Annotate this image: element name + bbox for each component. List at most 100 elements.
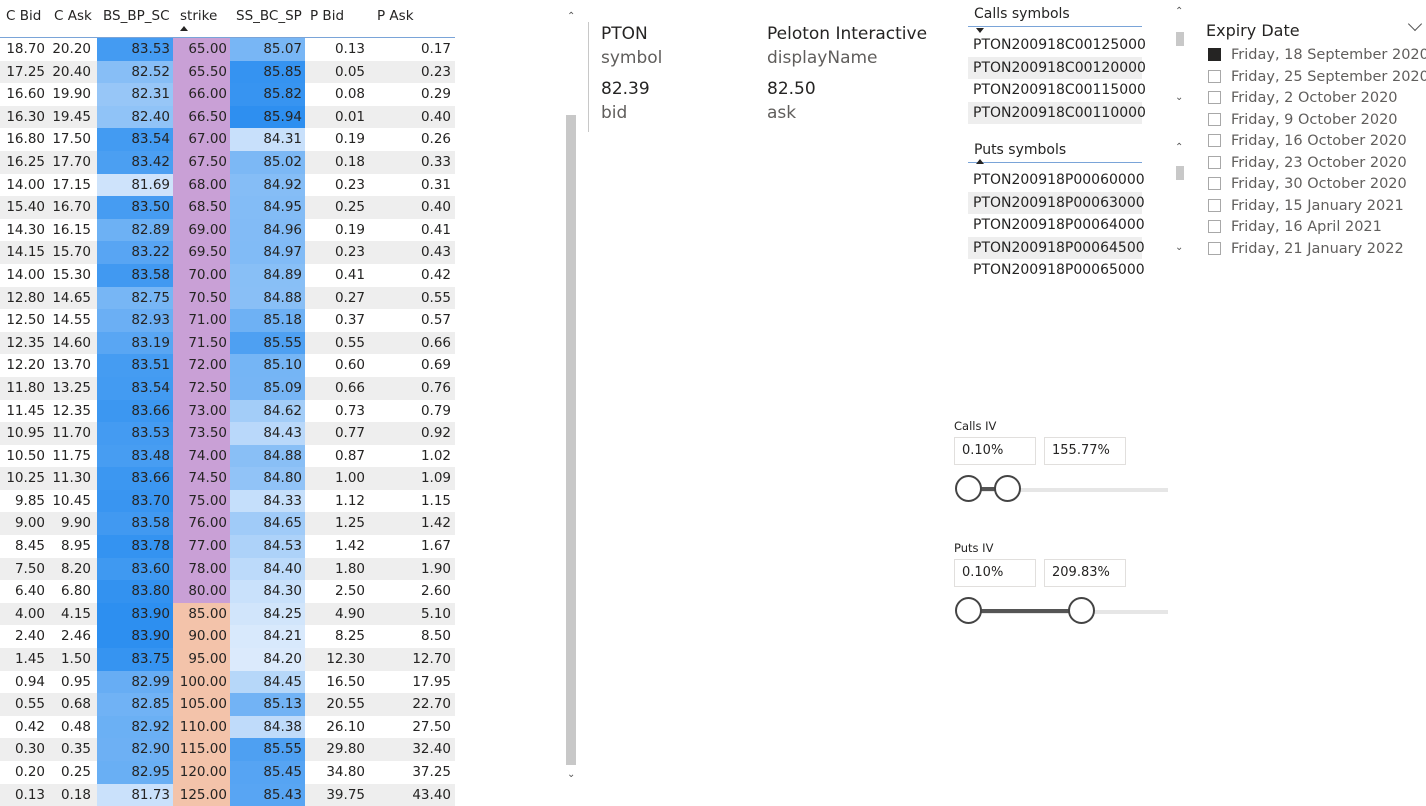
scrollbar-thumb[interactable] <box>1176 32 1184 46</box>
table-row[interactable]: 0.20 0.25 82.95 120.00 85.45 34.80 37.25 <box>0 761 455 784</box>
table-row[interactable]: 14.00 15.30 83.58 70.00 84.89 0.41 0.42 <box>0 263 455 287</box>
calls-iv-max-input[interactable]: 155.77% <box>1044 437 1126 465</box>
table-row[interactable]: 0.55 0.68 82.85 105.00 85.13 20.55 22.70 <box>0 693 455 716</box>
checkbox[interactable] <box>1208 134 1221 147</box>
table-row[interactable]: 12.50 14.55 82.93 71.00 85.18 0.37 0.57 <box>0 309 455 332</box>
table-row[interactable]: 0.30 0.35 82.90 115.00 85.55 29.80 32.40 <box>0 738 455 761</box>
ss-bc-sp-cell: 85.07 <box>230 38 305 61</box>
calls-iv-min-input[interactable]: 0.10% <box>954 437 1036 465</box>
expiry-option[interactable]: Friday, 21 January 2022 <box>1206 239 1424 261</box>
calls-scrollbar[interactable]: ⌃ ⌄ <box>1174 6 1184 110</box>
table-row[interactable]: 11.45 12.35 83.66 73.00 84.62 0.73 0.79 <box>0 399 455 423</box>
checkbox[interactable] <box>1208 177 1221 190</box>
calls-symbol-item[interactable]: PTON200918C00110000 <box>968 101 1146 124</box>
puts-symbol-item[interactable]: PTON200918P00060000 <box>968 169 1145 192</box>
puts-iv-max-handle[interactable] <box>1068 597 1095 624</box>
calls-iv-max-handle[interactable] <box>994 475 1021 502</box>
table-row[interactable]: 10.25 11.30 83.66 74.50 84.80 1.00 1.09 <box>0 467 455 490</box>
table-row[interactable]: 0.42 0.48 82.92 110.00 84.38 26.10 27.50 <box>0 715 455 739</box>
table-row[interactable]: 9.00 9.90 83.58 76.00 84.65 1.25 1.42 <box>0 512 455 536</box>
p-ask-cell: 0.40 <box>420 199 451 216</box>
table-row[interactable]: 7.50 8.20 83.60 78.00 84.40 1.80 1.90 <box>0 557 455 581</box>
expiry-option[interactable]: Friday, 16 April 2021 <box>1206 217 1424 239</box>
table-row[interactable]: 14.30 16.15 82.89 69.00 84.96 0.19 0.41 <box>0 218 455 242</box>
puts-iv-max-input[interactable]: 209.83% <box>1044 559 1126 587</box>
calls-symbol-item[interactable]: PTON200918C00125000 <box>968 34 1146 57</box>
table-row[interactable]: 6.40 6.80 83.80 80.00 84.30 2.50 2.60 <box>0 580 455 603</box>
checkbox[interactable] <box>1208 241 1221 255</box>
puts-iv-min-handle[interactable] <box>955 597 982 624</box>
col-header-p-ask[interactable]: P Ask <box>377 8 414 24</box>
c-bid-cell: 9.85 <box>14 492 45 509</box>
checkbox[interactable] <box>1208 198 1221 212</box>
table-row[interactable]: 8.45 8.95 83.78 77.00 84.53 1.42 1.67 <box>0 535 455 558</box>
table-row[interactable]: 16.25 17.70 83.42 67.50 85.02 0.18 0.33 <box>0 150 455 174</box>
p-ask-cell: 17.95 <box>412 673 451 690</box>
scrollbar-thumb[interactable] <box>566 115 576 765</box>
scroll-up-icon[interactable]: ⌃ <box>1175 6 1183 17</box>
checkbox[interactable] <box>1208 91 1221 104</box>
table-row[interactable]: 16.60 19.90 82.31 66.00 85.82 0.08 0.29 <box>0 83 455 106</box>
table-row[interactable]: 12.80 14.65 82.75 70.50 84.88 0.27 0.55 <box>0 286 455 310</box>
checkbox[interactable] <box>1208 48 1221 61</box>
col-header-bs-bp-sc[interactable]: BS_BP_SC <box>103 8 170 24</box>
table-row[interactable]: 12.20 13.70 83.51 72.00 85.10 0.60 0.69 <box>0 354 455 377</box>
table-row[interactable]: 14.15 15.70 83.22 69.50 84.97 0.23 0.43 <box>0 241 455 264</box>
table-row[interactable]: 11.80 13.25 83.54 72.50 85.09 0.66 0.76 <box>0 376 455 400</box>
puts-scrollbar[interactable]: ⌃ ⌄ <box>1174 142 1184 266</box>
table-row[interactable]: 14.00 17.15 81.69 68.00 84.92 0.23 0.31 <box>0 173 455 197</box>
expiry-option[interactable]: Friday, 18 September 2020 <box>1206 45 1426 67</box>
table-row[interactable]: 15.40 16.70 83.50 68.50 84.95 0.25 0.40 <box>0 196 455 219</box>
table-row[interactable]: 10.50 11.75 83.48 74.00 84.88 0.87 1.02 <box>0 444 455 468</box>
table-row[interactable]: 18.70 20.20 83.53 65.00 85.07 0.13 0.17 <box>0 38 455 61</box>
expiry-option[interactable]: Friday, 2 October 2020 <box>1206 88 1424 110</box>
scroll-down-icon[interactable]: ⌄ <box>567 769 575 780</box>
scroll-down-icon[interactable]: ⌄ <box>1175 242 1183 253</box>
expiry-option[interactable]: Friday, 15 January 2021 <box>1206 196 1424 218</box>
scroll-up-icon[interactable]: ⌃ <box>1175 142 1183 153</box>
table-row[interactable]: 9.85 10.45 83.70 75.00 84.33 1.12 1.15 <box>0 489 455 513</box>
bs-bp-sc-cell: 82.40 <box>97 105 173 129</box>
table-row[interactable]: 2.40 2.46 83.90 90.00 84.21 8.25 8.50 <box>0 625 455 649</box>
table-row[interactable]: 17.25 20.40 82.52 65.50 85.85 0.05 0.23 <box>0 60 455 84</box>
col-header-c-bid[interactable]: C Bid <box>6 8 41 24</box>
checkbox[interactable] <box>1208 155 1221 169</box>
col-header-c-ask[interactable]: C Ask <box>54 8 92 24</box>
col-header-ss-bc-sp[interactable]: SS_BC_SP <box>236 8 302 24</box>
table-row[interactable]: 16.80 17.50 83.54 67.00 84.31 0.19 0.26 <box>0 128 455 151</box>
puts-symbol-item[interactable]: PTON200918P00064500 <box>968 236 1145 259</box>
display-name-value: Peloton Interactive <box>767 24 928 44</box>
table-row[interactable]: 4.00 4.15 83.90 85.00 84.25 4.90 5.10 <box>0 602 455 626</box>
table-row[interactable]: 12.35 14.60 83.19 71.50 85.55 0.55 0.66 <box>0 331 455 355</box>
table-scrollbar[interactable]: ⌃ ⌄ <box>566 5 576 790</box>
puts-symbol-item[interactable]: PTON200918P00064000 <box>968 214 1145 237</box>
puts-symbol-item[interactable]: PTON200918P00063000 <box>968 191 1145 214</box>
puts-symbol-item[interactable]: PTON200918P00065000 <box>968 259 1145 282</box>
expiry-option[interactable]: Friday, 30 October 2020 <box>1206 174 1424 196</box>
scrollbar-thumb[interactable] <box>1176 166 1184 180</box>
calls-symbol-item[interactable]: PTON200918C00120000 <box>968 56 1146 79</box>
scroll-down-icon[interactable]: ⌄ <box>1175 92 1183 103</box>
checkbox[interactable] <box>1208 220 1221 233</box>
col-header-p-bid[interactable]: P Bid <box>310 8 344 24</box>
p-ask-cell: 0.26 <box>420 131 451 148</box>
c-ask-cell: 16.15 <box>52 221 91 238</box>
table-row[interactable]: 1.45 1.50 83.75 95.00 84.20 12.30 12.70 <box>0 648 455 671</box>
puts-iv-min-input[interactable]: 0.10% <box>954 559 1036 587</box>
table-row[interactable]: 10.95 11.70 83.53 73.50 84.43 0.77 0.92 <box>0 422 455 445</box>
checkbox[interactable] <box>1208 112 1221 126</box>
calls-iv-min-handle[interactable] <box>955 475 982 502</box>
bs-bp-sc-cell: 83.51 <box>97 354 173 377</box>
table-row[interactable]: 0.94 0.95 82.99 100.00 84.45 16.50 17.95 <box>0 670 455 694</box>
strike-cell: 100.00 <box>173 670 230 694</box>
checkbox[interactable] <box>1208 69 1221 83</box>
expiry-option[interactable]: Friday, 16 October 2020 <box>1206 131 1424 153</box>
table-row[interactable]: 16.30 19.45 82.40 66.50 85.94 0.01 0.40 <box>0 105 455 129</box>
expiry-option[interactable]: Friday, 25 September 2020 <box>1206 67 1426 89</box>
calls-symbol-item[interactable]: PTON200918C00115000 <box>968 79 1146 102</box>
expiry-option[interactable]: Friday, 23 October 2020 <box>1206 153 1424 175</box>
expiry-option[interactable]: Friday, 9 October 2020 <box>1206 110 1424 132</box>
col-header-strike[interactable]: strike <box>180 8 217 24</box>
scroll-up-icon[interactable]: ⌃ <box>567 11 575 22</box>
chevron-down-icon[interactable] <box>1407 16 1423 32</box>
